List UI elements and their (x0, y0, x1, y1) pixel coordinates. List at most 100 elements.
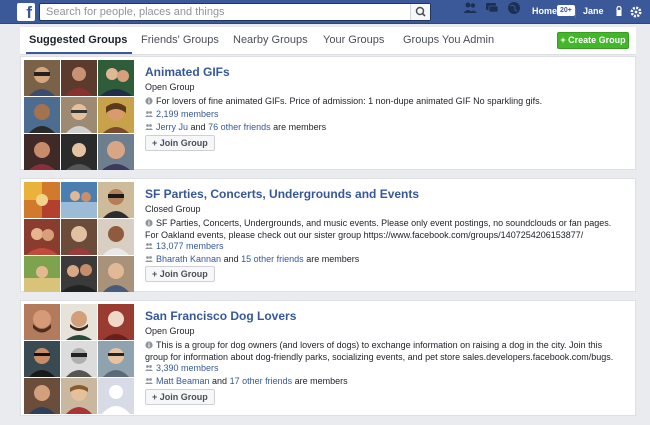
other-friends-link[interactable]: 76 other friends (208, 122, 271, 132)
member-photo-grid (24, 304, 135, 415)
group-name-link[interactable]: San Francisco Dog Lovers (145, 309, 296, 323)
group-privacy-label: Open Group (145, 326, 195, 336)
are-members-text: are members (294, 376, 348, 386)
friends-in-group-row: Jerry Ju and 76 other friends are member… (145, 122, 326, 132)
friend-name-link[interactable]: Bharath Kannan (156, 254, 221, 264)
active-tab-indicator (26, 52, 132, 54)
tab-friends-groups[interactable]: Friends' Groups (141, 34, 219, 46)
join-group-button[interactable]: + Join Group (145, 266, 215, 282)
friends-icon (145, 256, 153, 262)
group-card-sf-dog-lovers: San Francisco Dog Lovers Open Group This… (20, 300, 636, 416)
default-avatar-photo[interactable] (98, 378, 134, 414)
member-photo[interactable] (61, 60, 97, 96)
create-group-button[interactable]: + Create Group (557, 32, 629, 49)
member-photo-grid (24, 182, 135, 293)
tab-your-groups[interactable]: Your Groups (323, 34, 384, 46)
are-members-text: are members (306, 254, 360, 264)
member-photo[interactable] (98, 182, 134, 218)
description-text: This is a group for dog owners (and love… (145, 340, 614, 362)
group-privacy-label: Open Group (145, 82, 195, 92)
notifications-globe-icon[interactable] (506, 0, 522, 16)
home-badge: 20+ (557, 5, 575, 16)
member-photo[interactable] (98, 341, 134, 377)
other-friends-link[interactable]: 15 other friends (241, 254, 304, 264)
members-icon (145, 111, 153, 117)
member-photo[interactable] (98, 219, 134, 255)
info-icon (145, 219, 153, 227)
top-bar: f Home 20+ Jane (0, 0, 650, 24)
and-text: and (223, 254, 239, 264)
group-card-sf-parties: SF Parties, Concerts, Undergrounds and E… (20, 178, 636, 292)
join-group-button[interactable]: + Join Group (145, 135, 215, 151)
member-photo[interactable] (98, 256, 134, 292)
info-icon (145, 341, 153, 349)
info-icon (145, 97, 153, 105)
group-name-link[interactable]: Animated GIFs (145, 65, 230, 79)
description-text: SF Parties, Concerts, Undergrounds, and … (145, 218, 612, 240)
member-photo[interactable] (24, 256, 60, 292)
member-photo[interactable] (24, 97, 60, 133)
member-photo-grid (24, 60, 135, 171)
member-photo[interactable] (98, 134, 134, 170)
messages-icon[interactable] (484, 0, 500, 16)
group-description: SF Parties, Concerts, Undergrounds, and … (145, 217, 625, 241)
member-count-row: 3,390 members (145, 363, 219, 373)
member-photo[interactable] (98, 60, 134, 96)
group-privacy-label: Closed Group (145, 204, 201, 214)
member-count-row: 13,077 members (145, 241, 224, 251)
privacy-shortcuts-icon[interactable] (611, 4, 627, 20)
tab-nearby-groups[interactable]: Nearby Groups (233, 34, 308, 46)
friend-requests-icon[interactable] (462, 0, 478, 16)
group-name-link[interactable]: SF Parties, Concerts, Undergrounds and E… (145, 187, 419, 201)
member-photo[interactable] (98, 304, 134, 340)
settings-gear-icon[interactable] (628, 4, 644, 20)
members-icon (145, 243, 153, 249)
tab-suggested-groups[interactable]: Suggested Groups (29, 34, 127, 46)
member-photo[interactable] (61, 219, 97, 255)
friends-icon (145, 124, 153, 130)
tab-groups-you-admin[interactable]: Groups You Admin (403, 34, 494, 46)
and-text: and (212, 376, 228, 386)
member-photo[interactable] (24, 341, 60, 377)
description-text: For lovers of fine animated GIFs. Price … (156, 96, 543, 106)
member-photo[interactable] (61, 182, 97, 218)
member-photo[interactable] (61, 134, 97, 170)
member-photo[interactable] (61, 378, 97, 414)
search-icon (415, 6, 426, 17)
group-card-animated-gifs: Animated GIFs Open Group For lovers of f… (20, 56, 636, 170)
member-photo[interactable] (98, 97, 134, 133)
friend-name-link[interactable]: Jerry Ju (156, 122, 188, 132)
members-icon (145, 365, 153, 371)
friend-name-link[interactable]: Matt Beaman (156, 376, 210, 386)
member-photo[interactable] (24, 378, 60, 414)
member-photo[interactable] (24, 219, 60, 255)
facebook-logo-icon[interactable]: f (17, 3, 35, 21)
member-count-link[interactable]: 3,390 members (156, 363, 219, 373)
friends-icon (145, 378, 153, 384)
member-photo[interactable] (61, 256, 97, 292)
search-input[interactable] (40, 4, 400, 20)
group-description: This is a group for dog owners (and love… (145, 339, 625, 363)
join-group-button[interactable]: + Join Group (145, 389, 215, 405)
groups-tab-bar: Suggested Groups Friends' Groups Nearby … (20, 27, 636, 55)
member-count-link[interactable]: 2,199 members (156, 109, 219, 119)
search-button[interactable] (410, 4, 430, 20)
member-count-row: 2,199 members (145, 109, 219, 119)
divider (575, 8, 576, 18)
member-photo[interactable] (24, 60, 60, 96)
profile-link[interactable]: Jane (583, 6, 604, 16)
friends-in-group-row: Matt Beaman and 17 other friends are mem… (145, 376, 348, 386)
member-photo[interactable] (24, 304, 60, 340)
group-description: For lovers of fine animated GIFs. Price … (145, 95, 625, 107)
friends-in-group-row: Bharath Kannan and 15 other friends are … (145, 254, 359, 264)
and-text: and (190, 122, 206, 132)
member-count-link[interactable]: 13,077 members (156, 241, 224, 251)
search-box (39, 3, 431, 21)
other-friends-link[interactable]: 17 other friends (230, 376, 293, 386)
member-photo[interactable] (61, 304, 97, 340)
member-photo[interactable] (61, 341, 97, 377)
home-link[interactable]: Home (532, 6, 557, 16)
member-photo[interactable] (61, 97, 97, 133)
member-photo[interactable] (24, 134, 60, 170)
member-photo[interactable] (24, 182, 60, 218)
